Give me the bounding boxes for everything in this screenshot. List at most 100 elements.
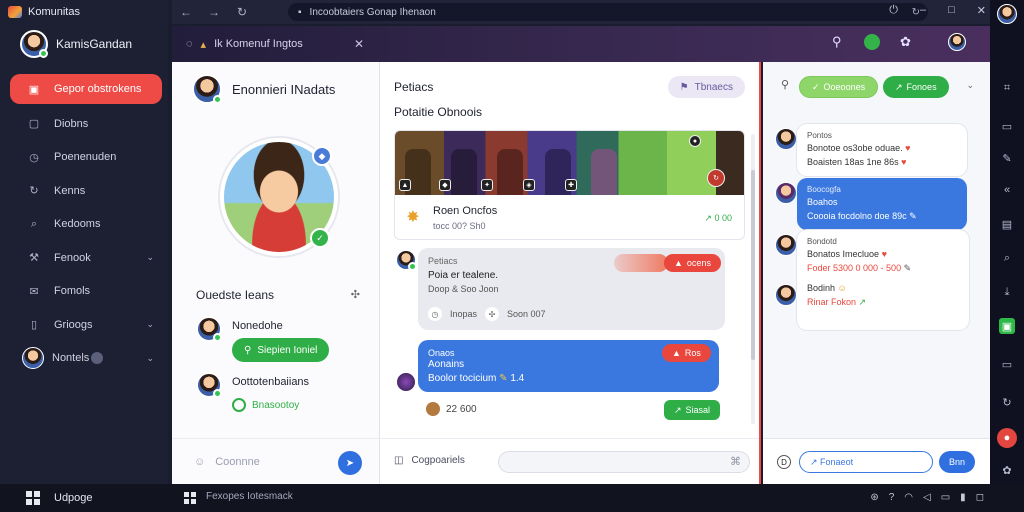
attach-icon[interactable]: ⌘ (730, 455, 741, 468)
sidebar-item-4[interactable]: ⌕ Kedooms (0, 208, 168, 242)
feed-input[interactable]: ⌘ (498, 451, 750, 473)
maximize-icon[interactable]: □ (948, 4, 955, 17)
avatar[interactable] (997, 4, 1017, 24)
chevron-down-icon[interactable]: ⌄ (966, 80, 974, 91)
pencil-icon: ✎ (499, 373, 508, 384)
system-tray: ⊛ ? ◠ ◁ ▭ ▮ ◻ (870, 492, 984, 503)
settings-icon[interactable]: ✿ (999, 462, 1015, 478)
message-bubble[interactable]: ▲ ocens Petiacs Poia er tealene. Doop & S… (418, 248, 725, 330)
bubble-line-text: Coooia focdolno doe 89c (807, 211, 907, 222)
reload-icon[interactable]: ↻ (228, 5, 256, 19)
contact-item[interactable]: Oottotenbaiians Bnasootoy (196, 372, 309, 415)
refresh-icon[interactable]: ↻ (999, 394, 1015, 410)
contact-action-button[interactable]: ⚲ Siepien Ioniel (232, 338, 330, 362)
windows-start-icon[interactable] (26, 491, 40, 505)
sidebar-item-5[interactable]: ⚒ Fenook ⌄ (0, 241, 168, 275)
help-icon[interactable]: ? (889, 492, 895, 503)
camera-icon[interactable]: ◫ (394, 455, 403, 466)
edit-icon[interactable]: ✎ (999, 150, 1015, 166)
bubble-author: Boocogfa (807, 185, 841, 194)
network-icon[interactable]: ⊛ (870, 492, 878, 503)
app-sidebar: Komunitas KamisGandan ▣ Gepor obstrokens… (0, 0, 168, 512)
emoji-icon[interactable]: ☺ (194, 456, 205, 468)
volume-icon[interactable]: ◁ (923, 492, 931, 503)
clock-icon[interactable]: ▭ (941, 492, 950, 503)
minimize-icon[interactable]: – (920, 4, 926, 17)
close-tab-icon[interactable]: ✕ (354, 37, 364, 51)
close-icon[interactable]: ✕ (977, 4, 986, 17)
reactions-row[interactable]: 22 600 (426, 402, 477, 416)
grid-icon[interactable]: ⌗ (999, 80, 1015, 96)
signal-button[interactable]: ↗ Siasal (664, 400, 721, 420)
app-icon[interactable]: ▣ (999, 318, 1015, 334)
notification-icon[interactable]: ◻ (976, 492, 984, 503)
extensions-icon[interactable]: ⏻ (889, 4, 898, 17)
settings-icon[interactable]: ✿ (900, 34, 911, 50)
window-icon[interactable]: ▭ (999, 356, 1015, 372)
chat-bubble[interactable]: Pontos Bonotoe os3obe oduae. ♥ Boaisten … (797, 124, 967, 177)
chat-icon[interactable] (864, 34, 880, 50)
message-meta: ◷ Inopas ✣ Soon 007 (428, 307, 546, 321)
status-pill[interactable]: ✓ Ooeoones (799, 76, 879, 98)
avatar[interactable] (948, 33, 966, 51)
send-button[interactable]: Bnn (939, 451, 975, 473)
sidebar-item-3[interactable]: ↻ Kenns (0, 174, 168, 208)
figure-icon[interactable]: ⚲ (832, 34, 842, 50)
tab-bar: ◌ ▴ Ik Komenuf Ingtos ✕ ⚲ ✿ (172, 26, 990, 62)
forward-arrow-icon[interactable]: → (200, 5, 228, 19)
chat-header: ⚲ ✓ Ooeoones ↗ Fonoes ⌄ (763, 62, 990, 110)
sidebar-item-6[interactable]: ✉ Fomols (0, 275, 168, 309)
scrollbar[interactable] (751, 134, 755, 424)
bubble-line: Foder 5300 0 000 - 500 ✎ (807, 262, 959, 276)
message-bubble-own[interactable]: ▲ Ros Onaos Aonains Boolor tocicium ✎ 1.4 (418, 340, 719, 392)
chat-bubble-own[interactable]: Boocogfa Boahos Coooia focdolno doe 89c … (797, 178, 967, 231)
feed-card[interactable]: ▲ ◆ ✦ ◈ ✚ ● ↻ ✸ Roen Oncfos tocc 00? Sh0… (394, 130, 745, 240)
emoji-icon[interactable]: D (777, 455, 791, 469)
status-badge[interactable]: ▲ Ros (662, 344, 711, 362)
brand[interactable]: Komunitas (8, 4, 80, 20)
composer-placeholder[interactable]: Coonnne (215, 456, 260, 468)
sidebar-item-0[interactable]: ▣ Gepor obstrokens (10, 74, 162, 104)
chat-bubble[interactable]: Bondotd Bonatos Imecluoe ♥ Foder 5300 0 … (797, 230, 969, 330)
feed-composer: ◫ Cogpoariels ⌘ (380, 438, 759, 484)
sidebar-item-2[interactable]: ◷ Poenenuden (0, 141, 168, 175)
send-button[interactable]: ➤ (338, 451, 362, 475)
collapse-icon[interactable]: « (999, 182, 1015, 198)
taskbar-search[interactable]: Fexopes Iotesmack (206, 491, 293, 502)
profile-avatar-large[interactable]: ◆ ✓ (220, 138, 338, 256)
sidebar-item-7[interactable]: ▯ Grioogs ⌄ (0, 308, 168, 342)
download-icon[interactable]: ⤓ (999, 284, 1015, 300)
sidebar-item-1[interactable]: ▢ Diobns (0, 107, 168, 141)
wifi-icon[interactable]: ◠ (904, 492, 913, 503)
windows-start-icon[interactable] (184, 492, 196, 504)
tab-active[interactable]: ◌ ▴ Ik Komenuf Ingtos ✕ (180, 32, 370, 56)
sidebar-item-8[interactable]: Nontels ⌄ (0, 342, 168, 376)
current-user[interactable]: KamisGandan (20, 30, 132, 58)
bubble-line-text: Boaisten 18as 1ne 86s (807, 157, 899, 168)
address-bar[interactable]: ▪ Incoobtaiers Gonap Ihenaon ↻ (288, 3, 928, 21)
message-line: Boolor tocicium ✎ 1.4 (428, 373, 524, 384)
scrollbar-thumb[interactable] (751, 170, 755, 360)
item-icon: ● (689, 135, 701, 147)
search-icon[interactable]: ⌕ (999, 250, 1015, 266)
status-badge[interactable]: ▲ ocens (664, 254, 721, 272)
chevron-down-icon: ⌄ (146, 352, 154, 363)
user-icon[interactable]: ⚲ (781, 78, 789, 91)
pin-icon[interactable]: ✣ (351, 288, 360, 301)
record-icon[interactable]: ● (997, 428, 1017, 448)
battery-icon[interactable]: ▮ (960, 492, 966, 503)
chat-input[interactable]: ↗ Fonaeot (799, 451, 933, 473)
folder-icon[interactable]: ▤ (999, 216, 1015, 232)
filter-tag[interactable]: ⚑ Tbnaecs (667, 76, 745, 98)
action-icon[interactable]: ↻ (707, 169, 725, 187)
sidebar-item-label: Kenns (54, 184, 86, 197)
taskbar-label[interactable]: Udpoge (54, 492, 93, 504)
contact-action-link[interactable]: Bnasootoy (232, 398, 299, 412)
online-indicator (39, 49, 48, 58)
back-arrow-icon[interactable]: ← (172, 5, 200, 19)
avatar (775, 128, 797, 150)
bookmark-icon[interactable]: ▭ (999, 118, 1015, 134)
action-pill[interactable]: ↗ Fonoes (883, 76, 949, 98)
contact-item[interactable]: Nonedohe ⚲ Siepien Ioniel (196, 316, 330, 362)
chat-input-text: Fonaeot (820, 457, 854, 467)
